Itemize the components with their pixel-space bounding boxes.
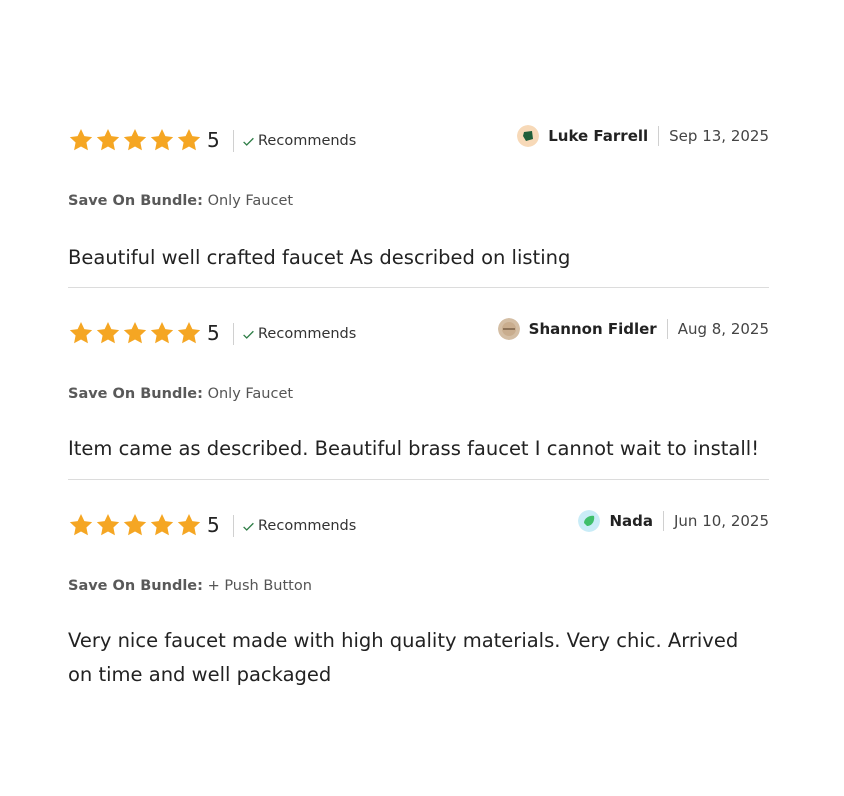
recommends-label: Recommends xyxy=(258,133,357,149)
review-date: Aug 8, 2025 xyxy=(677,320,769,338)
review-header: 5 Recommends Luke Farrell Sep 13, 2025 xyxy=(68,125,769,155)
divider xyxy=(666,319,668,339)
review-date: Jun 10, 2025 xyxy=(673,512,769,530)
review-meta: Luke Farrell Sep 13, 2025 xyxy=(517,123,769,149)
star-icon xyxy=(69,321,93,344)
star-rating xyxy=(68,320,202,346)
recommends-label: Recommends xyxy=(258,326,357,342)
review-text: Item came as described. Beautiful brass … xyxy=(68,437,760,460)
recommends-badge: Recommends xyxy=(242,516,356,536)
review-list: 5 Recommends Luke Farrell Sep 13, 2025 S… xyxy=(68,120,769,686)
star-icon xyxy=(69,513,93,536)
bundle-info: Save On Bundle: Only Faucet xyxy=(68,191,293,211)
bundle-value: + Push Button xyxy=(207,578,312,594)
recommends-badge: Recommends xyxy=(242,324,356,344)
avatar[interactable] xyxy=(497,318,520,340)
star-icon xyxy=(177,321,201,344)
divider xyxy=(662,511,664,531)
review-header: 5 Recommends Shannon Fidler Aug 8, 2025 xyxy=(68,318,769,348)
star-icon xyxy=(150,513,174,536)
rating-value: 5 xyxy=(207,513,220,537)
checkmark-icon xyxy=(243,330,254,339)
star-rating xyxy=(68,127,202,153)
star-icon xyxy=(96,321,120,344)
star-icon xyxy=(123,513,147,536)
star-rating xyxy=(68,512,202,538)
review-item: 5 Recommends Nada Jun 10, 2025 Save On B… xyxy=(68,480,769,686)
bundle-label: Save On Bundle: xyxy=(68,578,203,594)
bundle-value: Only Faucet xyxy=(207,193,294,209)
bundle-label: Save On Bundle: xyxy=(68,386,203,402)
bundle-info: Save On Bundle: + Push Button xyxy=(68,576,312,596)
star-icon xyxy=(69,128,93,151)
bundle-value: Only Faucet xyxy=(207,386,294,402)
review-text: Beautiful well crafted faucet As describ… xyxy=(68,246,571,269)
bundle-info: Save On Bundle: Only Faucet xyxy=(68,384,293,404)
star-icon xyxy=(177,128,201,151)
checkmark-icon xyxy=(243,137,254,146)
star-icon xyxy=(123,128,147,151)
review-date: Sep 13, 2025 xyxy=(669,127,769,145)
divider xyxy=(233,130,234,152)
avatar[interactable] xyxy=(517,125,540,147)
review-item: 5 Recommends Luke Farrell Sep 13, 2025 S… xyxy=(68,120,769,288)
review-text: Very nice faucet made with high quality … xyxy=(68,629,739,686)
divider xyxy=(233,515,234,537)
reviewer-name[interactable]: Nada xyxy=(609,512,653,530)
star-icon xyxy=(96,513,120,536)
reviewer-name[interactable]: Shannon Fidler xyxy=(529,320,657,338)
checkmark-icon xyxy=(243,522,254,531)
review-item: 5 Recommends Shannon Fidler Aug 8, 2025 … xyxy=(68,288,769,480)
divider xyxy=(658,126,660,146)
avatar[interactable] xyxy=(578,510,601,532)
star-icon xyxy=(150,321,174,344)
rating-value: 5 xyxy=(207,128,220,152)
recommends-label: Recommends xyxy=(258,518,357,534)
review-header: 5 Recommends Nada Jun 10, 2025 xyxy=(68,510,769,540)
star-icon xyxy=(123,321,147,344)
divider xyxy=(233,323,234,345)
reviewer-name[interactable]: Luke Farrell xyxy=(548,127,648,145)
star-icon xyxy=(177,513,201,536)
star-icon xyxy=(96,128,120,151)
rating-value: 5 xyxy=(207,321,220,345)
review-meta: Nada Jun 10, 2025 xyxy=(578,508,769,534)
bundle-label: Save On Bundle: xyxy=(68,193,203,209)
star-icon xyxy=(150,128,174,151)
review-meta: Shannon Fidler Aug 8, 2025 xyxy=(497,316,769,342)
recommends-badge: Recommends xyxy=(242,131,356,151)
